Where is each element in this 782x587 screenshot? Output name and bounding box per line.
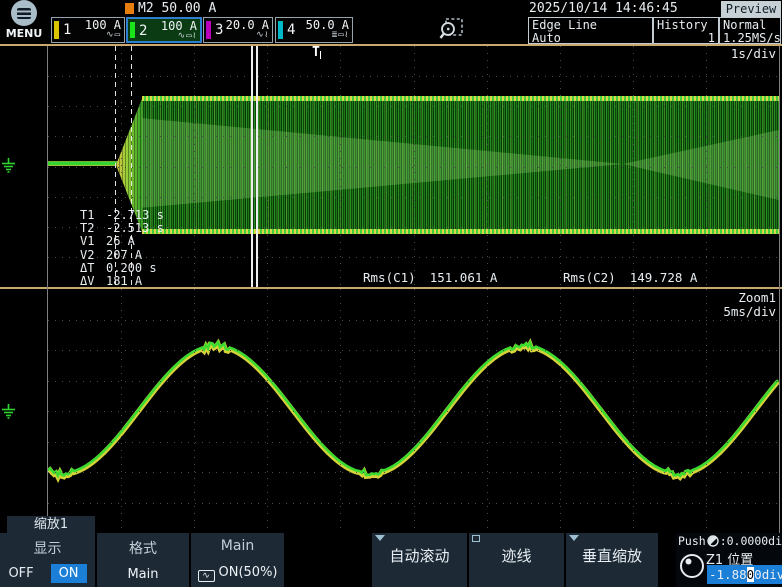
- zoom-waveform-window[interactable]: [48, 289, 779, 533]
- display-off-option[interactable]: OFF: [8, 566, 33, 581]
- rms-c1-measurement: Rms(C1) 151.061 A: [363, 270, 497, 285]
- zoom-search-icon[interactable]: [438, 16, 465, 47]
- channel-4-coupling-icons: ≣▭≀: [332, 31, 349, 40]
- auto-scroll-softkey[interactable]: 自动滚动: [372, 533, 467, 587]
- menu-label: MENU: [0, 27, 48, 40]
- trigger-mode: Auto: [532, 32, 649, 44]
- math-channel-label: M2 50.00 A: [138, 1, 216, 16]
- graticule-line: [48, 106, 779, 107]
- plot-right-border: [779, 46, 780, 533]
- graticule-line: [48, 503, 779, 504]
- acquisition-box[interactable]: Normal 1.25MS/s: [719, 17, 781, 44]
- trigger-type: Edge Line: [532, 19, 649, 31]
- channel-4-number: 4: [287, 20, 295, 40]
- channel-ground-marker-zoom: [1, 404, 16, 423]
- main-timebase-label: 1s/div: [731, 47, 776, 61]
- waveform-display-icon: ∿: [198, 570, 215, 582]
- menu-button[interactable]: MENU: [0, 0, 48, 42]
- knob-push-icon: [707, 535, 719, 547]
- display-on-option[interactable]: ON: [51, 564, 87, 583]
- trigger-position-marker: T: [312, 46, 321, 59]
- graticule-line: [48, 472, 779, 473]
- zoom-name: Zoom1: [723, 291, 776, 305]
- graticule-line: [48, 350, 779, 351]
- zoom-position-cursor[interactable]: [251, 46, 258, 287]
- graticule-line: [48, 320, 779, 321]
- history-box[interactable]: History 1: [653, 17, 719, 44]
- channel-ground-marker-main: [1, 158, 16, 177]
- dropdown-icon: [569, 535, 579, 541]
- envelope-bottom-edge: [142, 229, 779, 234]
- format-softkey[interactable]: 格式 Main: [97, 533, 189, 587]
- vertical-zoom-softkey[interactable]: 垂直缩放: [566, 533, 658, 587]
- knob-push-readout: Push :0.0000div: [678, 534, 782, 548]
- graticule-line: [48, 381, 779, 382]
- burst-waveform-band: [142, 96, 779, 234]
- acquisition-mode: Normal: [723, 19, 779, 31]
- readout-row: ΔV181 A: [80, 275, 164, 288]
- channel-1-color-bar: [54, 21, 59, 39]
- history-value: 1: [657, 32, 715, 44]
- channel-4-indicator[interactable]: 4 50.0 A ≣▭≀: [275, 17, 353, 43]
- channel-1-coupling-icons: ∿▭: [106, 31, 121, 40]
- channel-2-coupling-icons: ∿▭≀: [178, 32, 197, 41]
- channel-3-coupling-icons: ∿≀: [256, 31, 269, 40]
- channel-1-indicator[interactable]: 1 100 A ∿▭: [51, 17, 125, 43]
- envelope-top-edge: [142, 96, 779, 101]
- channel-3-color-bar: [206, 21, 211, 39]
- trace-label: 迹线: [469, 545, 564, 566]
- display-softkey[interactable]: 显示 OFF ON: [0, 533, 95, 587]
- rotary-knob-icon[interactable]: [679, 553, 705, 579]
- channel-2-color-bar: [130, 22, 135, 38]
- format-title: 格式: [97, 538, 189, 558]
- rms-c2-measurement: Rms(C2) 149.728 A: [563, 270, 697, 285]
- push-value: :0.0000div: [720, 534, 782, 548]
- rms-c2-value: 149.728 A: [630, 270, 698, 285]
- popup-window-icon: [472, 535, 480, 542]
- rms-c2-label: Rms(C2): [563, 270, 616, 285]
- graticule-line: [48, 442, 779, 443]
- main-ratio-title: Main: [191, 538, 284, 554]
- cursor-readout-block: T1-2.713 sT2-2.513 sV126 AV2207 AΔT0.200…: [80, 209, 164, 288]
- history-label: History: [657, 19, 715, 31]
- channel-1-number: 1: [63, 20, 71, 40]
- math-channel-color-swatch: [125, 3, 134, 14]
- channel-4-color-bar: [278, 21, 283, 39]
- graticule-line: [48, 411, 779, 412]
- format-value: Main: [97, 567, 189, 582]
- dropdown-icon: [375, 535, 385, 541]
- main-ratio-value: ON(50%): [219, 565, 278, 580]
- zoom-window-title: Zoom1 5ms/div: [723, 291, 776, 319]
- graticule-line: [48, 167, 779, 168]
- display-title: 显示: [0, 538, 95, 558]
- graticule-line: [48, 136, 779, 137]
- z1-position-value[interactable]: -1.8800div: [707, 565, 782, 584]
- datetime: 2025/10/14 14:46:45: [529, 1, 678, 16]
- rms-c1-label: Rms(C1): [363, 270, 416, 285]
- vertical-zoom-label: 垂直缩放: [566, 545, 658, 566]
- sample-rate: 1.25MS/s: [723, 32, 779, 44]
- graticule-line: [48, 76, 779, 77]
- main-ratio-softkey[interactable]: Main ∿ ON(50%): [191, 533, 284, 587]
- channel-2-number: 2: [139, 21, 147, 39]
- z1-position-knob-panel[interactable]: Push :0.0000div Z1 位置 -1.8800div: [676, 533, 782, 587]
- channel-3-indicator[interactable]: 3 20.0 A ∿≀: [203, 17, 273, 43]
- push-label: Push: [678, 534, 706, 548]
- trace-softkey[interactable]: 迹线: [469, 533, 564, 587]
- channel-3-number: 3: [215, 20, 223, 40]
- channel-2-indicator[interactable]: 2 100 A ∿▭≀: [126, 17, 202, 43]
- zoom-timebase: 5ms/div: [723, 305, 776, 319]
- math-channel-indicator[interactable]: M2 50.00 A: [125, 1, 216, 16]
- graticule-line: [48, 197, 779, 198]
- pre-trigger-trace: [48, 161, 118, 166]
- rms-c1-value: 151.061 A: [430, 270, 498, 285]
- trigger-settings-box[interactable]: Edge Line Auto: [528, 17, 653, 44]
- preview-badge: Preview: [721, 1, 781, 17]
- menu-icon: [11, 0, 37, 26]
- tab-zoom1[interactable]: 缩放1: [7, 516, 95, 534]
- auto-scroll-label: 自动滚动: [372, 545, 467, 566]
